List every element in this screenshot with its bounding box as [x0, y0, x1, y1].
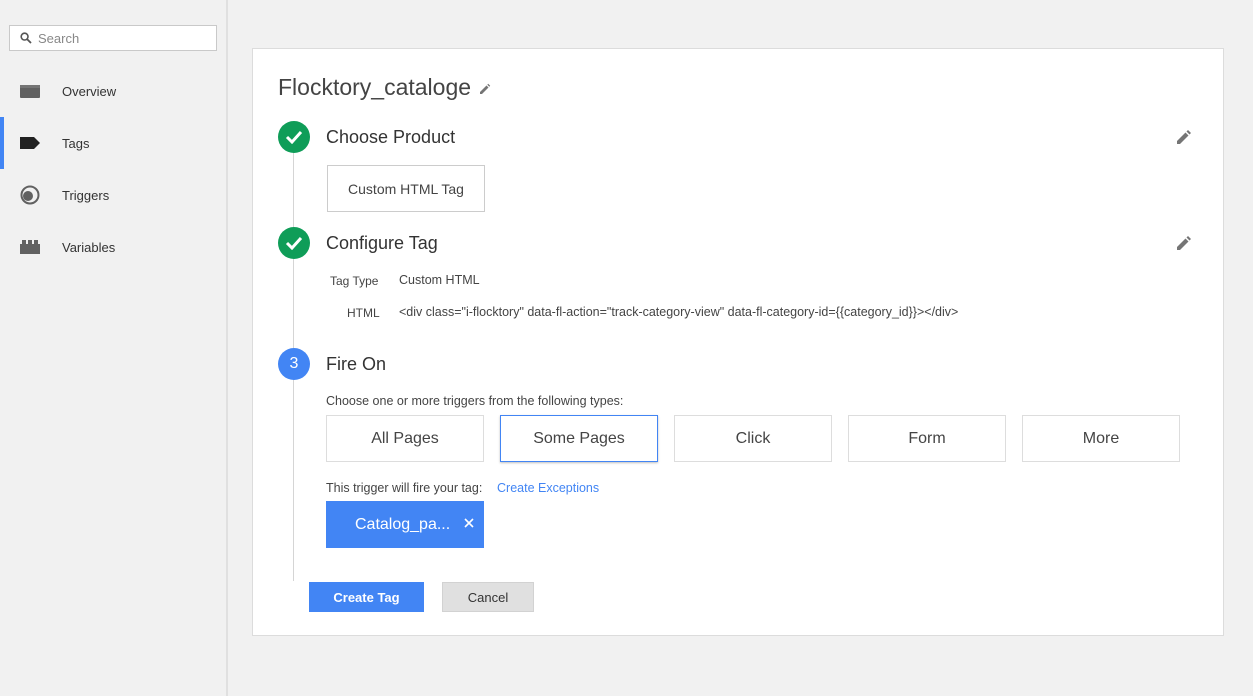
tag-type-label: Tag Type — [330, 274, 379, 288]
step-number-badge: 3 — [278, 348, 310, 380]
trigger-chip-label: Catalog_pa... — [355, 515, 451, 533]
check-icon — [278, 121, 310, 153]
briefcase-icon — [19, 80, 41, 102]
close-icon[interactable] — [462, 516, 476, 530]
sidebar: Overview Tags Triggers Variables — [0, 0, 228, 696]
trigger-type-form[interactable]: Form — [848, 415, 1006, 462]
cancel-button[interactable]: Cancel — [442, 582, 534, 612]
search-input[interactable] — [38, 30, 198, 46]
trigger-icon — [19, 184, 41, 206]
tag-icon — [19, 132, 41, 154]
product-selection[interactable]: Custom HTML Tag — [327, 165, 485, 212]
edit-configure-pencil-icon[interactable] — [1175, 234, 1193, 252]
html-value: <div class="i-flocktory" data-fl-action=… — [399, 305, 959, 319]
step-title-configure: Configure Tag — [326, 233, 438, 253]
trigger-type-all-pages[interactable]: All Pages — [326, 415, 484, 462]
trigger-chip[interactable]: Catalog_pa... — [326, 501, 484, 548]
step-title-product: Choose Product — [326, 127, 456, 147]
fire-trigger-text: This trigger will fire your tag: — [326, 481, 483, 495]
create-exceptions-link[interactable]: Create Exceptions — [497, 481, 599, 495]
tag-type-value: Custom HTML — [399, 273, 480, 287]
trigger-instruction: Choose one or more triggers from the fol… — [326, 394, 624, 408]
trigger-type-click[interactable]: Click — [674, 415, 832, 462]
search-box[interactable] — [9, 25, 217, 51]
sidebar-item-tags[interactable]: Tags — [0, 117, 226, 169]
tag-name: Flocktory_cataloge — [278, 74, 472, 100]
edit-name-pencil-icon[interactable] — [479, 74, 491, 101]
html-label: HTML — [347, 306, 380, 320]
sidebar-item-label: Variables — [62, 239, 116, 255]
sidebar-item-label: Tags — [62, 135, 90, 151]
tag-editor-card: Flocktory_cataloge Choose Product Custom… — [252, 48, 1224, 636]
trigger-type-more[interactable]: More — [1022, 415, 1180, 462]
step-title-fire-on: Fire On — [326, 354, 387, 374]
sidebar-item-overview[interactable]: Overview — [0, 65, 226, 117]
page-title: Flocktory_cataloge — [278, 74, 491, 101]
create-tag-button[interactable]: Create Tag — [309, 582, 424, 612]
sidebar-item-triggers[interactable]: Triggers — [0, 169, 226, 221]
sidebar-item-variables[interactable]: Variables — [0, 221, 226, 273]
edit-product-pencil-icon[interactable] — [1175, 128, 1193, 146]
blocks-icon — [19, 236, 41, 258]
sidebar-item-label: Triggers — [62, 187, 110, 203]
check-icon — [278, 227, 310, 259]
trigger-type-some-pages[interactable]: Some Pages — [500, 415, 658, 462]
sidebar-item-label: Overview — [62, 83, 117, 99]
search-icon — [20, 32, 32, 44]
